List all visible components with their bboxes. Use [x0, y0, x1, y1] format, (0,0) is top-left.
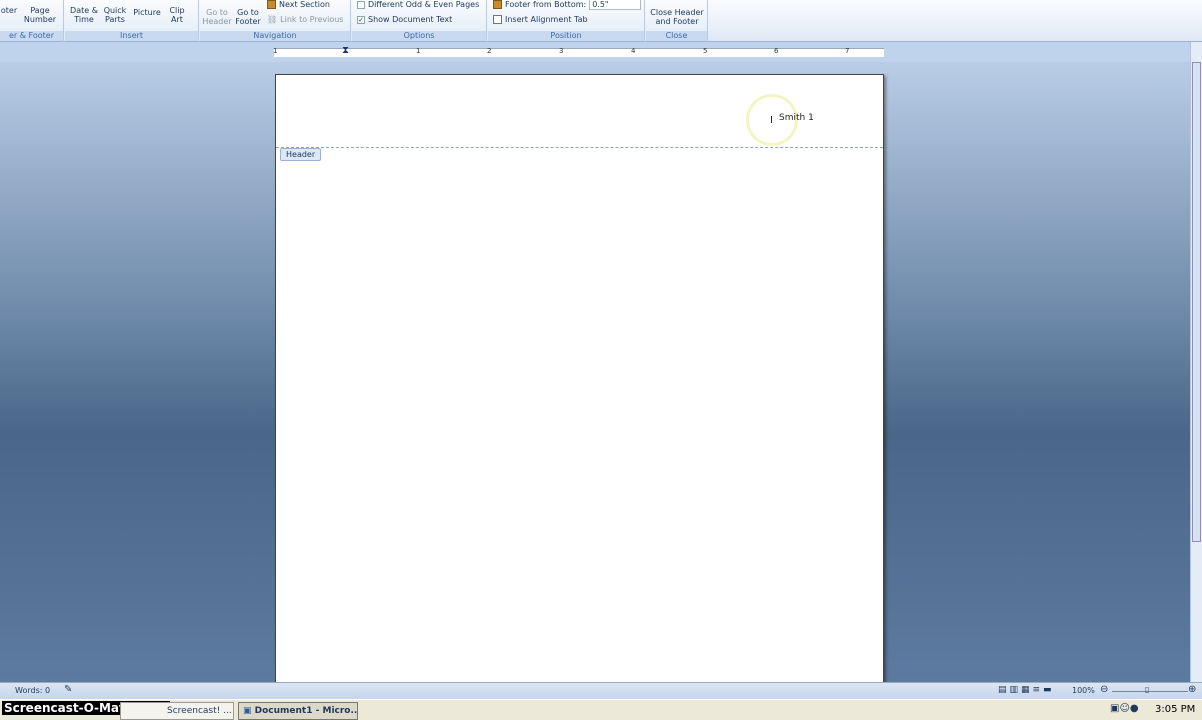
- group-label: er & Footer: [0, 31, 63, 41]
- different-odd-even-checkbox[interactable]: Different Odd & Even Pages: [357, 0, 479, 9]
- zoom-out-icon[interactable]: ⊖: [1100, 684, 1108, 695]
- group-label: Insert: [65, 31, 198, 41]
- ruler-number: 1: [273, 47, 278, 55]
- status-bar: Words: 0 ✎ ▤▥▦≡▬ 100% ⊖ ▯ ⊕: [0, 682, 1202, 699]
- checkbox-label: Show Document Text: [368, 15, 453, 24]
- taskbar-document1[interactable]: ▣ Document1 - Micro...: [238, 702, 358, 720]
- link-to-previous-label: Link to Previous: [280, 15, 344, 24]
- next-section-button[interactable]: Next Section: [267, 0, 330, 9]
- date-time-button[interactable]: Date & Time: [69, 6, 99, 24]
- word-icon: ▣: [243, 706, 255, 716]
- document-page[interactable]: I Smith 1 Header: [275, 74, 884, 684]
- ruler-number: 2: [487, 47, 492, 55]
- page-number-button[interactable]: Page Number: [20, 6, 60, 24]
- close-header-footer-button[interactable]: Close Header and Footer: [648, 8, 706, 26]
- header-divider: [276, 147, 883, 148]
- quick-parts-button[interactable]: Quick Parts: [101, 6, 129, 24]
- zoom-level[interactable]: 100%: [1072, 686, 1095, 695]
- horizontal-ruler[interactable]: 1 1 2 3 4 5 6 7 ⧗: [0, 42, 1190, 62]
- footer-position-icon: [493, 0, 502, 9]
- ribbon: oter Page Number er & Footer Date & Time…: [0, 0, 1202, 42]
- ruler-number: 7: [845, 47, 850, 55]
- indent-marker-icon[interactable]: ⧗: [342, 45, 349, 56]
- options-group: Different Odd & Even Pages ✓ Show Documen…: [352, 0, 487, 42]
- navigation-group: Go to Header Go to Footer Next Section ⛓…: [200, 0, 351, 42]
- checkbox-label: Different Odd & Even Pages: [368, 0, 480, 9]
- ruler-number: 6: [774, 47, 779, 55]
- insert-alignment-tab-label: Insert Alignment Tab: [505, 15, 588, 24]
- header-text[interactable]: Smith 1: [779, 113, 814, 123]
- ruler-number: 4: [631, 47, 636, 55]
- next-section-icon: [267, 0, 276, 9]
- word-count[interactable]: Words: 0: [15, 686, 50, 695]
- footer-from-bottom-input[interactable]: 0.5": [589, 0, 642, 10]
- close-group: Close Header and Footer Close: [646, 0, 708, 42]
- checkbox[interactable]: [357, 0, 365, 9]
- group-label: Navigation: [200, 31, 350, 41]
- go-to-footer-button[interactable]: Go to Footer: [233, 8, 263, 26]
- scrollbar-thumb[interactable]: [1192, 62, 1201, 542]
- ibeam-cursor-icon: I: [770, 115, 773, 126]
- checkbox-checked[interactable]: ✓: [357, 15, 365, 24]
- header-footer-group: oter Page Number er & Footer: [0, 0, 64, 42]
- group-label: Position: [488, 31, 644, 41]
- taskbar-screencast[interactable]: Screencast! ...: [120, 702, 234, 720]
- zoom-slider[interactable]: [1112, 691, 1188, 692]
- insert-group: Date & Time Quick Parts Picture Clip Art…: [65, 0, 199, 42]
- vertical-scrollbar[interactable]: [1190, 42, 1202, 682]
- group-label: Close: [646, 31, 707, 41]
- insert-alignment-tab-button[interactable]: Insert Alignment Tab: [493, 15, 588, 24]
- tray-icons[interactable]: ▣☺●: [1110, 703, 1139, 714]
- clip-art-button[interactable]: Clip Art: [165, 6, 189, 24]
- alignment-tab-icon: [493, 15, 502, 24]
- footer-from-bottom-label: Footer from Bottom:: [505, 0, 587, 9]
- footer-button[interactable]: oter: [0, 6, 18, 15]
- ruler-bar: [274, 48, 884, 57]
- view-buttons-icon[interactable]: ▤▥▦≡▬: [998, 685, 1055, 695]
- footer-from-bottom: Footer from Bottom: 0.5": [493, 0, 642, 10]
- taskbar: Screencast-O-Matic.com Screencast! ... ▣…: [0, 699, 1202, 720]
- proofing-icon[interactable]: ✎: [64, 684, 72, 695]
- link-to-previous-button[interactable]: ⛓ Link to Previous: [267, 15, 343, 24]
- picture-button[interactable]: Picture: [131, 8, 163, 17]
- ruler-number: 5: [703, 47, 708, 55]
- group-label: Options: [352, 31, 486, 41]
- next-section-label: Next Section: [279, 0, 330, 9]
- taskbar-label: Document1 - Micro...: [254, 706, 358, 716]
- link-icon: ⛓: [267, 15, 278, 24]
- zoom-in-icon[interactable]: ⊕: [1188, 684, 1196, 695]
- ruler-number: 1: [416, 47, 421, 55]
- position-group: Footer from Bottom: 0.5" Insert Alignment…: [488, 0, 645, 42]
- go-to-header-button[interactable]: Go to Header: [202, 8, 232, 26]
- zoom-slider-thumb[interactable]: ▯: [1145, 685, 1149, 694]
- ruler-number: 3: [559, 47, 564, 55]
- clock: 3:05 PM: [1155, 704, 1196, 715]
- header-tab-label: Header: [280, 148, 322, 161]
- show-document-text-checkbox[interactable]: ✓ Show Document Text: [357, 15, 452, 24]
